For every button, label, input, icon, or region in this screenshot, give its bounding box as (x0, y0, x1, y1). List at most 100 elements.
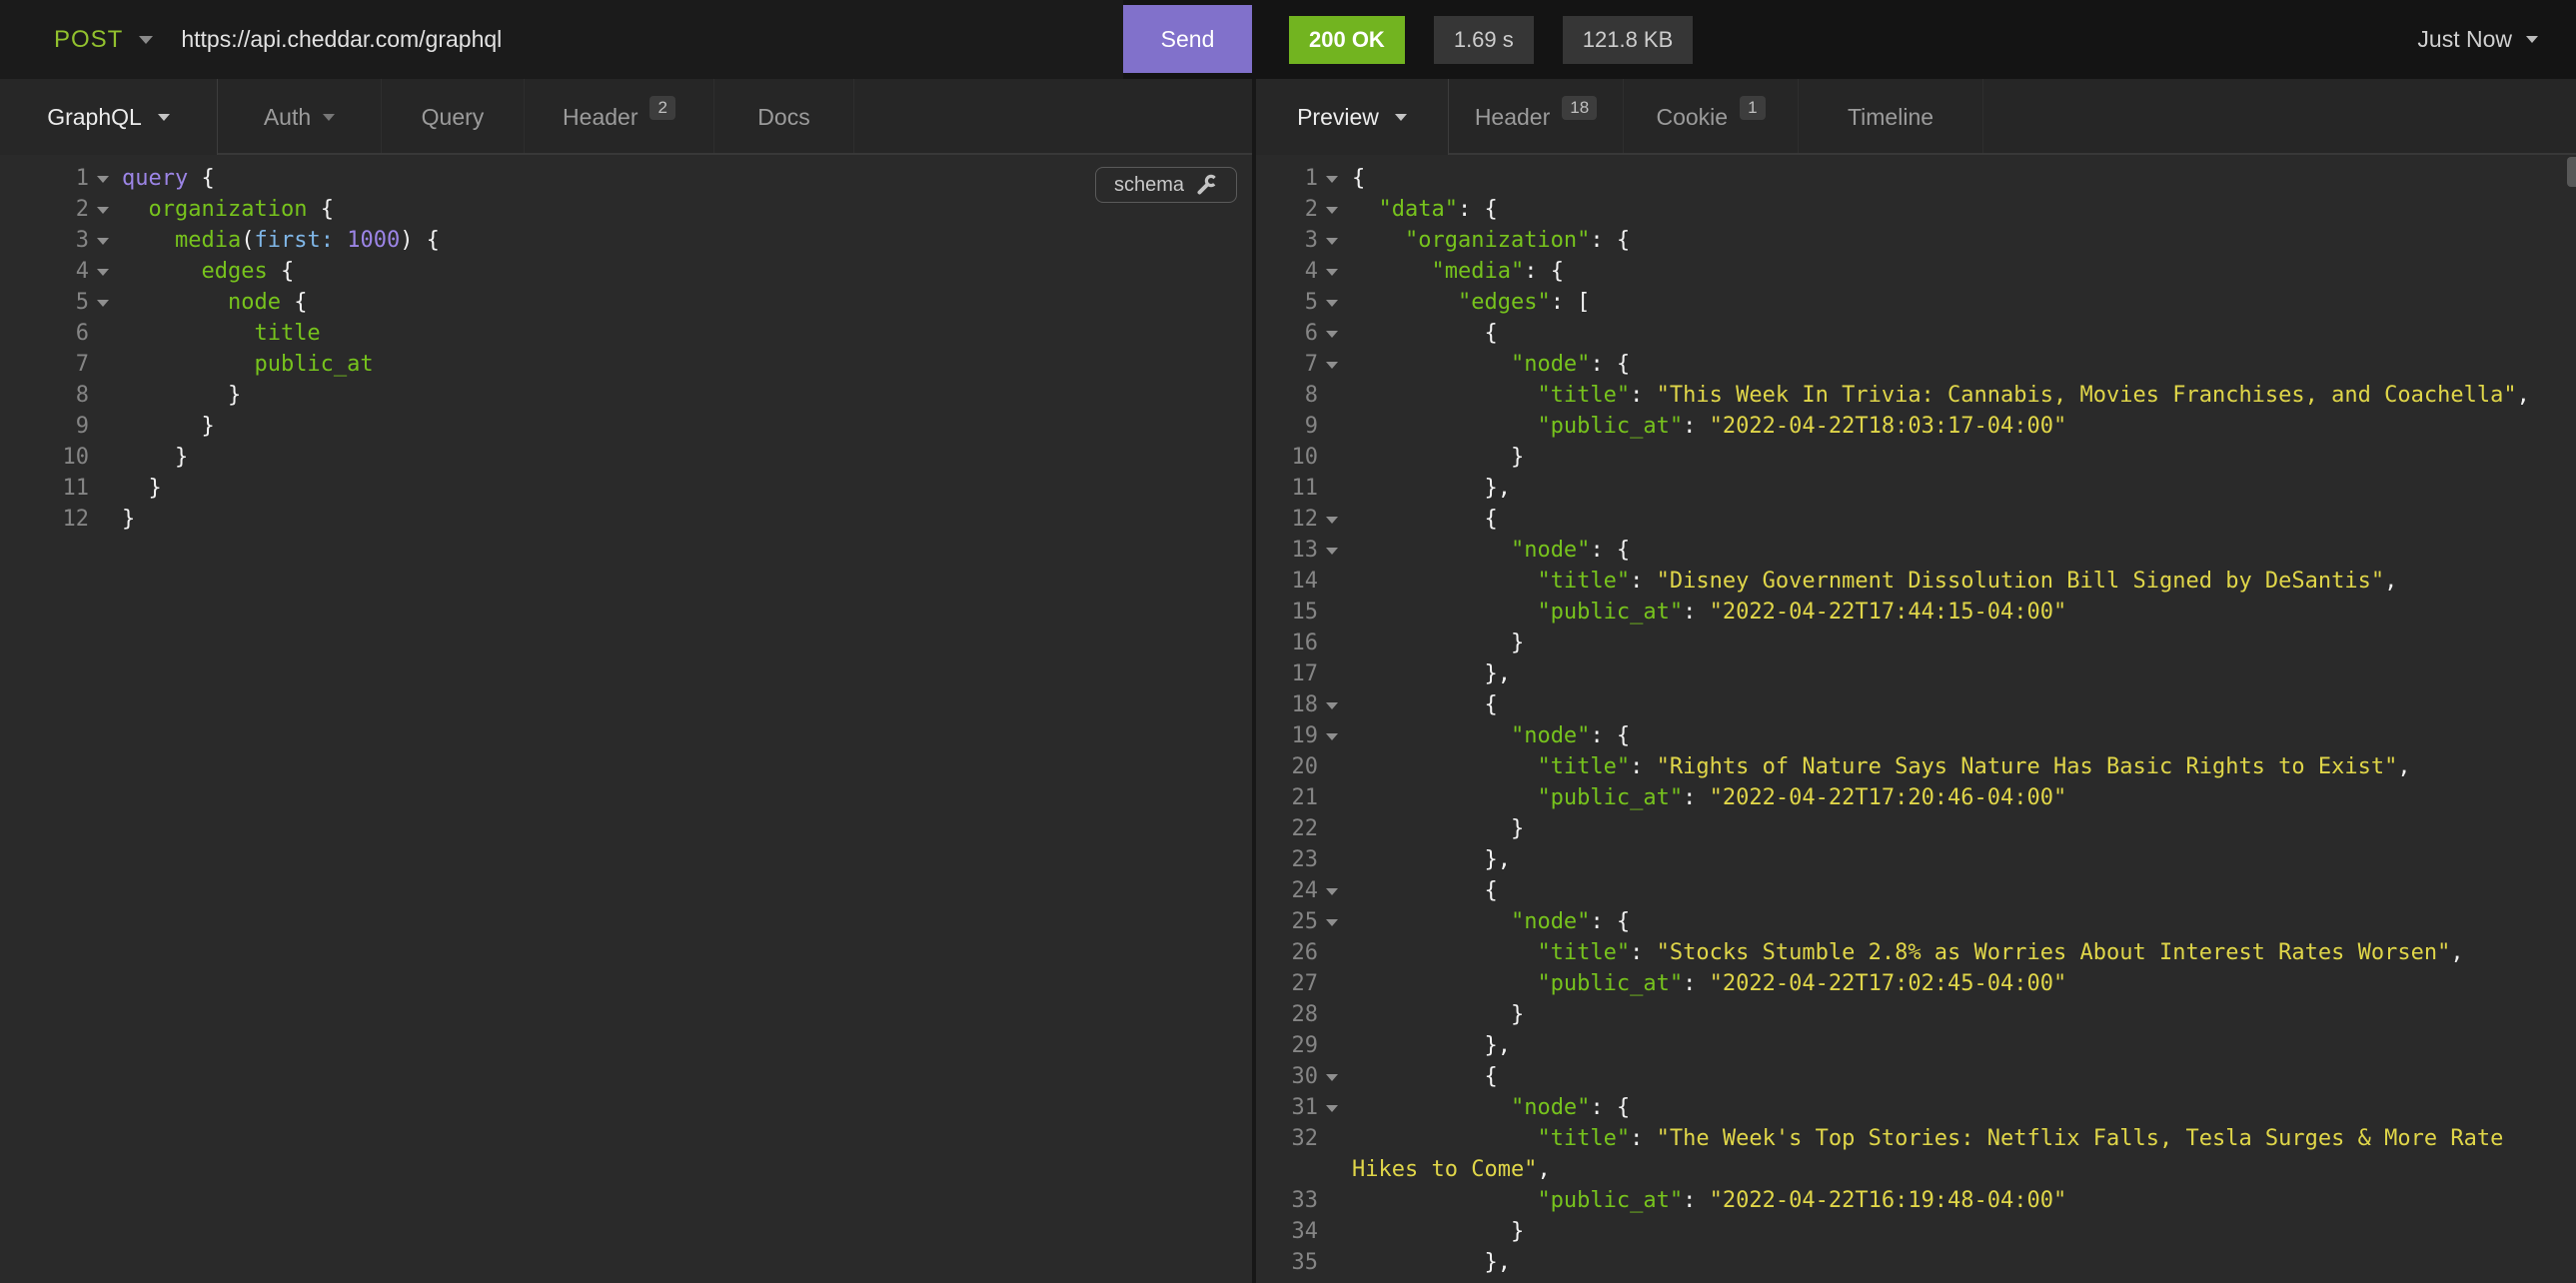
line-number: 18 (1256, 689, 1318, 720)
code-line[interactable]: 6 title (0, 318, 1252, 349)
code-line: 21 "public_at": "2022-04-22T17:20:46-04:… (1256, 782, 2576, 813)
code-line[interactable]: 8 } (0, 380, 1252, 411)
fold-arrow-icon[interactable] (1318, 194, 1352, 225)
fold-arrow-icon[interactable] (1318, 875, 1352, 906)
preview-mode-dropdown[interactable]: Preview (1256, 79, 1449, 155)
code-line[interactable]: 4 edges { (0, 256, 1252, 287)
code-line: 33 "public_at": "2022-04-22T16:19:48-04:… (1256, 1185, 2576, 1216)
schema-button-label: schema (1114, 174, 1184, 197)
code-line[interactable]: 11 } (0, 473, 1252, 504)
fold-arrow-icon[interactable] (1318, 535, 1352, 566)
code-line: 20 "title": "Rights of Nature Says Natur… (1256, 751, 2576, 782)
line-number: 3 (1256, 225, 1318, 256)
response-meta-section: 200 OK 1.69 s 121.8 KB Just Now (1252, 0, 2576, 79)
fold-arrow-icon[interactable] (1318, 225, 1352, 256)
api-client-window: POST https://api.cheddar.com/graphql Sen… (0, 0, 2576, 1283)
query-editor[interactable]: 1query {2 organization {3 media(first: 1… (0, 155, 1252, 1283)
code-line: 16 } (1256, 628, 2576, 658)
code-text: "node": { (1352, 906, 1630, 937)
code-line: 15 "public_at": "2022-04-22T17:44:15-04:… (1256, 597, 2576, 628)
code-text: "public_at": "2022-04-22T17:44:15-04:00" (1352, 597, 2066, 628)
url-input[interactable]: https://api.cheddar.com/graphql (181, 26, 502, 53)
line-number: 26 (1256, 937, 1318, 968)
line-number: 19 (1256, 720, 1318, 751)
fold-arrow-icon[interactable] (1318, 906, 1352, 937)
body-type-dropdown[interactable]: GraphQL (0, 79, 218, 155)
code-text: "title": "Rights of Nature Says Nature H… (1352, 751, 2411, 782)
fold-spacer (1318, 813, 1352, 844)
code-line: 30 { (1256, 1061, 2576, 1092)
code-text: title (122, 318, 321, 349)
line-number: 35 (1256, 1247, 1318, 1278)
fold-arrow-icon[interactable] (1318, 318, 1352, 349)
code-line: 34 } (1256, 1216, 2576, 1247)
tab-timeline[interactable]: Timeline (1799, 79, 1983, 155)
fold-arrow-icon[interactable] (1318, 1092, 1352, 1123)
tab-header[interactable]: Header 2 (525, 79, 714, 155)
fold-arrow-icon[interactable] (1318, 163, 1352, 194)
tab-cookie[interactable]: Cookie 1 (1624, 79, 1799, 155)
fold-arrow-icon[interactable] (89, 194, 122, 225)
fold-arrow-icon[interactable] (89, 256, 122, 287)
cookie-count-badge: 1 (1740, 96, 1765, 120)
fold-arrow-icon[interactable] (1318, 504, 1352, 535)
tab-auth[interactable]: Auth (218, 79, 382, 155)
code-line: 27 "public_at": "2022-04-22T17:02:45-04:… (1256, 968, 2576, 999)
code-line: 35 }, (1256, 1247, 2576, 1278)
code-line[interactable]: 2 organization { (0, 194, 1252, 225)
code-line[interactable]: 9 } (0, 411, 1252, 442)
method-dropdown[interactable]: POST (54, 26, 123, 54)
fold-spacer (89, 349, 122, 380)
tab-docs[interactable]: Docs (714, 79, 854, 155)
code-text: "edges": [ (1352, 287, 1590, 318)
fold-arrow-icon[interactable] (1318, 689, 1352, 720)
code-line[interactable]: 1query { (0, 163, 1252, 194)
fold-arrow-icon[interactable] (89, 225, 122, 256)
code-line: Hikes to Come", (1256, 1154, 2576, 1185)
fold-spacer (89, 504, 122, 535)
code-line[interactable]: 7 public_at (0, 349, 1252, 380)
send-button[interactable]: Send (1123, 5, 1252, 73)
code-text: } (1352, 813, 1524, 844)
line-number: 30 (1256, 1061, 1318, 1092)
code-text: } (122, 380, 241, 411)
code-line: 2 "data": { (1256, 194, 2576, 225)
fold-spacer (1318, 473, 1352, 504)
tab-response-header[interactable]: Header 18 (1449, 79, 1624, 155)
fold-spacer (1318, 442, 1352, 473)
code-line[interactable]: 5 node { (0, 287, 1252, 318)
line-number: 10 (1256, 442, 1318, 473)
line-number: 7 (0, 349, 89, 380)
fold-arrow-icon[interactable] (1318, 1278, 1352, 1283)
method-chevron-down-icon[interactable] (139, 36, 153, 44)
history-chevron-down-icon (2526, 36, 2538, 43)
response-viewer-lines: 1{2 "data": {3 "organization": {4 "media… (1256, 155, 2576, 1283)
code-text: } (1352, 999, 1524, 1030)
code-line: 23 }, (1256, 844, 2576, 875)
fold-arrow-icon[interactable] (1318, 349, 1352, 380)
request-url-bar: POST https://api.cheddar.com/graphql Sen… (0, 0, 2576, 79)
fold-arrow-icon[interactable] (89, 163, 122, 194)
line-number: 2 (1256, 194, 1318, 225)
response-size-badge: 121.8 KB (1563, 16, 1694, 64)
response-history-dropdown[interactable]: Just Now (2417, 26, 2538, 53)
code-line[interactable]: 10 } (0, 442, 1252, 473)
code-line[interactable]: 3 media(first: 1000) { (0, 225, 1252, 256)
code-line: 14 "title": "Disney Government Dissoluti… (1256, 566, 2576, 597)
code-line: 24 { (1256, 875, 2576, 906)
code-text: "public_at": "2022-04-22T16:19:48-04:00" (1352, 1185, 2066, 1216)
code-text: "node": { (1352, 349, 1630, 380)
fold-arrow-icon[interactable] (1318, 1061, 1352, 1092)
line-number: 15 (1256, 597, 1318, 628)
fold-arrow-icon[interactable] (1318, 720, 1352, 751)
fold-arrow-icon[interactable] (1318, 256, 1352, 287)
fold-arrow-icon[interactable] (89, 287, 122, 318)
schema-button[interactable]: schema (1095, 167, 1237, 203)
tab-query[interactable]: Query (382, 79, 525, 155)
code-line: 7 "node": { (1256, 349, 2576, 380)
tab-header-label: Header (563, 104, 638, 131)
code-line[interactable]: 12} (0, 504, 1252, 535)
scrollbar-thumb[interactable] (2567, 157, 2576, 187)
line-number: 3 (0, 225, 89, 256)
fold-arrow-icon[interactable] (1318, 287, 1352, 318)
